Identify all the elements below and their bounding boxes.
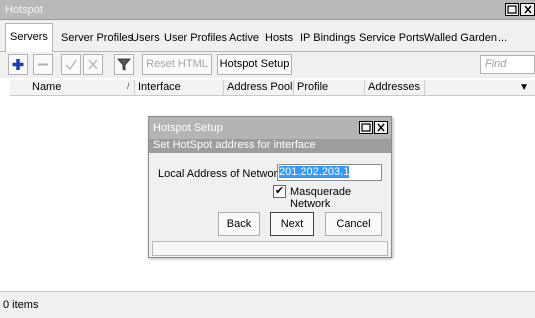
dialog-restore-icon[interactable] [359, 121, 373, 134]
dialog-title: Hotspot Setup [153, 122, 223, 134]
hotspot-setup-dialog: Hotspot Setup Set HotSpot address for in… [148, 116, 392, 258]
tab-servers[interactable]: Servers [5, 23, 53, 53]
column-interface[interactable]: Interface [135, 80, 224, 96]
tab-walled-garden[interactable]: Walled Garden [420, 25, 501, 52]
tab-ip-bindings[interactable]: IP Bindings [296, 25, 359, 52]
filter-icon [117, 58, 131, 71]
dialog-titlebar: Hotspot Setup [149, 117, 391, 139]
dialog-close-icon-glyph [377, 123, 385, 132]
close-icon-glyph [523, 5, 532, 14]
item-count: 0 items [3, 299, 39, 311]
tab-more[interactable]: ... [494, 25, 511, 52]
filter-button[interactable] [114, 54, 134, 75]
restore-icon[interactable] [505, 3, 519, 16]
status-bar: 0 items [0, 291, 535, 318]
back-button[interactable]: Back [218, 212, 260, 236]
column-menu-icon[interactable]: ▼ [519, 82, 529, 93]
tab-users[interactable]: Users [127, 25, 164, 52]
column-addresses[interactable]: Addresses ... [365, 80, 425, 96]
hotspot-setup-button[interactable]: Hotspot Setup [217, 54, 292, 75]
column-name[interactable]: Name [10, 80, 135, 96]
dialog-subtitle: Set HotSpot address for interface [149, 139, 391, 153]
check-icon [65, 59, 77, 71]
column-address-pool[interactable]: Address Pool [224, 80, 294, 96]
local-address-value: 201.202.203.1 [279, 166, 350, 178]
tab-server-profiles[interactable]: Server Profiles [57, 25, 137, 52]
window-titlebar: Hotspot [0, 0, 535, 20]
local-address-input[interactable]: 201.202.203.1 [277, 164, 382, 181]
dialog-restore-icon-glyph [361, 123, 371, 132]
dialog-close-icon[interactable] [374, 121, 388, 134]
table-header: Name / Interface Address Pool Profile Ad… [10, 80, 535, 96]
minus-icon [38, 63, 48, 66]
masquerade-label: Masquerade Network [290, 186, 352, 210]
column-profile[interactable]: Profile [294, 80, 365, 96]
masquerade-checkbox[interactable]: ✔ [273, 185, 286, 198]
remove-button[interactable] [33, 54, 53, 75]
find-input[interactable]: Find [480, 55, 535, 74]
reset-html-button[interactable]: Reset HTML [142, 54, 212, 75]
cancel-button[interactable]: Cancel [325, 212, 382, 236]
next-button[interactable]: Next [270, 212, 314, 236]
sort-indicator-icon: / [127, 81, 130, 91]
disable-button[interactable] [83, 54, 103, 75]
window-title: Hotspot [5, 4, 43, 16]
dialog-status-bar [152, 241, 388, 256]
enable-button[interactable] [61, 54, 81, 75]
cross-icon [88, 59, 98, 70]
plus-icon [12, 59, 24, 70]
close-icon[interactable] [520, 3, 535, 16]
local-address-label: Local Address of Network: [158, 168, 286, 180]
tab-bar: Servers Server Profiles Users User Profi… [0, 20, 535, 53]
add-button[interactable] [8, 54, 28, 75]
toolbar: Reset HTML Hotspot Setup Find [0, 52, 535, 78]
restore-icon-glyph [507, 5, 517, 14]
tab-active[interactable]: Active [225, 25, 263, 52]
tab-service-ports[interactable]: Service Ports [355, 25, 428, 52]
tab-user-profiles[interactable]: User Profiles [160, 25, 231, 52]
tab-hosts[interactable]: Hosts [261, 25, 297, 52]
